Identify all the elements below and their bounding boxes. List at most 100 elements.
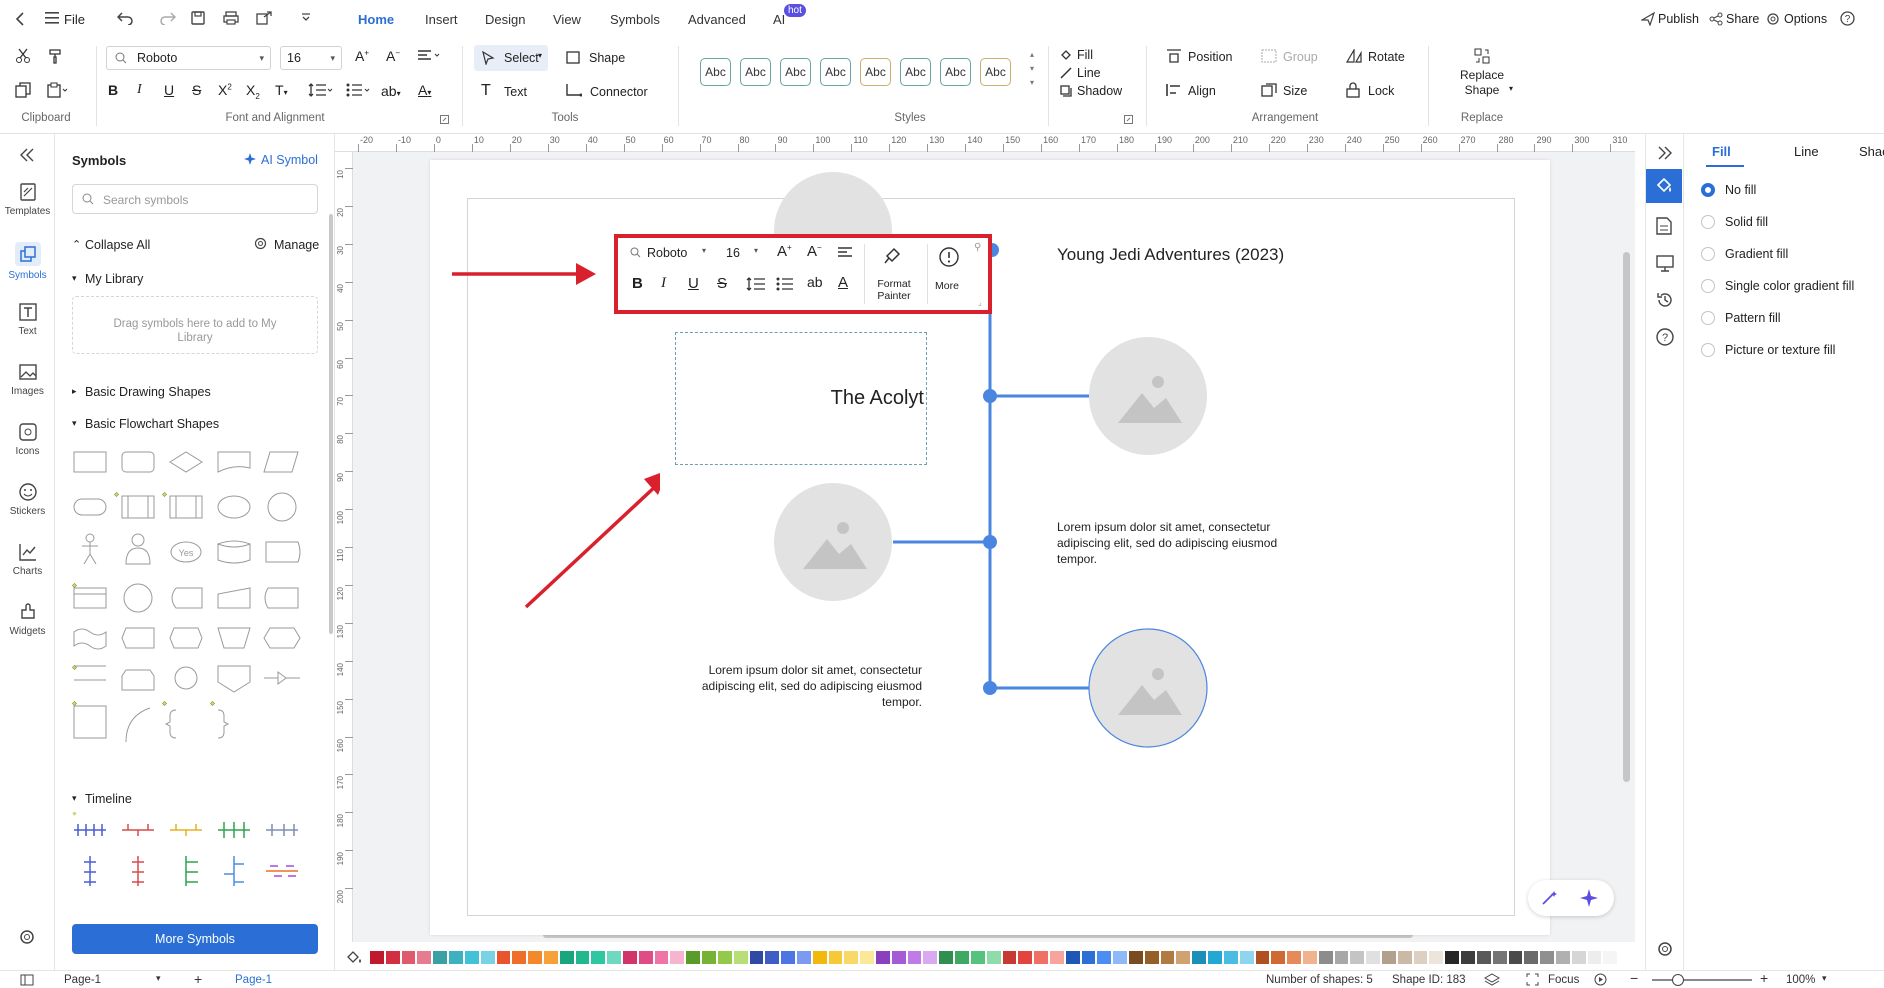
size-button[interactable]: Size xyxy=(1283,84,1307,98)
mini-font-select[interactable]: Roboto xyxy=(647,246,687,260)
style-preset-4[interactable]: Abc xyxy=(820,58,851,86)
mini-more-button[interactable]: More xyxy=(935,280,959,292)
font-color-icon[interactable]: A▾ xyxy=(418,82,431,98)
zoom-out-icon[interactable]: − xyxy=(1630,970,1638,986)
presentation-icon[interactable] xyxy=(1656,254,1674,272)
mini-strikethrough-icon[interactable]: S xyxy=(717,275,727,292)
color-swatch[interactable] xyxy=(1476,951,1491,964)
rail-templates[interactable]: Templates xyxy=(0,182,55,217)
color-swatch[interactable] xyxy=(401,951,416,964)
color-swatch[interactable] xyxy=(559,951,574,964)
fill-option-none[interactable]: No fill xyxy=(1701,183,1756,197)
export-icon[interactable] xyxy=(256,11,272,25)
fill-option-solid[interactable]: Solid fill xyxy=(1701,215,1768,229)
page-select[interactable]: Page-1 xyxy=(64,974,101,986)
style-preset-3[interactable]: Abc xyxy=(780,58,811,86)
tab-advanced[interactable]: Advanced xyxy=(688,12,746,27)
color-swatch[interactable] xyxy=(765,951,780,964)
page-properties-icon[interactable] xyxy=(1656,217,1672,235)
radio[interactable] xyxy=(1701,311,1715,325)
color-swatch[interactable] xyxy=(654,951,669,964)
tab-design[interactable]: Design xyxy=(485,12,525,27)
bold-icon[interactable]: B xyxy=(108,82,118,98)
color-swatch[interactable] xyxy=(1034,951,1048,964)
color-swatch[interactable] xyxy=(1271,951,1286,964)
color-swatch[interactable] xyxy=(370,951,384,964)
color-swatch[interactable] xyxy=(986,951,1001,964)
font-settings-expand-icon[interactable] xyxy=(440,115,449,124)
styles-scroll[interactable]: ▴ ▾ ▾ xyxy=(1030,48,1034,90)
fill-bucket-palette-icon[interactable] xyxy=(346,950,364,964)
mini-decrease-font-icon[interactable]: A− xyxy=(807,243,822,260)
format-tab-line[interactable]: Line xyxy=(1794,144,1819,159)
fill-option-pattern[interactable]: Pattern fill xyxy=(1701,311,1781,325)
color-swatch[interactable] xyxy=(1255,951,1270,964)
line-spacing-icon[interactable] xyxy=(308,83,334,97)
rail-charts[interactable]: Charts xyxy=(0,542,55,577)
shape-tool[interactable]: Shape xyxy=(589,51,625,65)
print-icon[interactable] xyxy=(223,11,239,25)
increase-font-icon[interactable]: A+ xyxy=(355,48,369,64)
mini-italic-icon[interactable]: I xyxy=(661,275,666,292)
tab-insert[interactable]: Insert xyxy=(425,12,458,27)
subscript-icon[interactable]: X2 xyxy=(246,82,260,101)
save-icon[interactable] xyxy=(191,11,205,25)
tab-symbols[interactable]: Symbols xyxy=(610,12,660,27)
tab-view[interactable]: View xyxy=(553,12,581,27)
image-placeholder-2[interactable] xyxy=(1089,337,1207,455)
color-swatch[interactable] xyxy=(449,951,463,964)
radio[interactable] xyxy=(1701,215,1715,229)
collapse-all-button[interactable]: Collapse All xyxy=(85,238,150,252)
position-button[interactable]: Position xyxy=(1188,50,1232,64)
rail-stickers[interactable]: Stickers xyxy=(0,482,55,517)
fill-button[interactable]: Fill xyxy=(1077,48,1093,62)
color-swatch[interactable] xyxy=(733,951,748,964)
color-swatch[interactable] xyxy=(1524,951,1539,964)
color-swatch[interactable] xyxy=(528,951,542,964)
color-swatch[interactable] xyxy=(1603,951,1618,964)
paste-icon[interactable] xyxy=(47,82,69,98)
color-swatch[interactable] xyxy=(1192,951,1207,964)
page-tab[interactable]: Page-1 xyxy=(235,974,272,986)
mini-font-color-icon[interactable]: A xyxy=(838,274,848,291)
color-swatch[interactable] xyxy=(749,951,764,964)
mini-underline-icon[interactable]: U xyxy=(688,275,699,292)
color-swatch[interactable] xyxy=(1129,951,1143,964)
select-tool[interactable]: Select ▾ xyxy=(474,45,548,71)
mini-format-painter-button[interactable]: Format Painter xyxy=(866,278,922,302)
color-swatch[interactable] xyxy=(1492,951,1507,964)
format-painter-icon[interactable] xyxy=(47,48,63,64)
basic-flowchart-shapes-header[interactable]: Basic Flowchart Shapes xyxy=(85,417,219,431)
timeline-header[interactable]: Timeline xyxy=(85,792,132,806)
share-button[interactable]: Share xyxy=(1726,12,1759,26)
color-swatch[interactable] xyxy=(607,951,621,964)
color-swatch[interactable] xyxy=(1429,951,1444,964)
color-swatch[interactable] xyxy=(844,951,859,964)
color-swatch[interactable] xyxy=(1571,951,1586,964)
radio-selected[interactable] xyxy=(1701,183,1715,197)
color-swatch[interactable] xyxy=(1287,951,1301,964)
color-swatch[interactable] xyxy=(1350,951,1365,964)
zoom-in-icon[interactable]: + xyxy=(1760,970,1768,986)
color-swatch[interactable] xyxy=(1176,951,1191,964)
replace-shape-button[interactable]: Replace Shape xyxy=(1452,68,1512,98)
color-swatch[interactable] xyxy=(1097,951,1112,964)
color-swatch[interactable] xyxy=(1334,951,1349,964)
selected-text-content[interactable]: The Acolyt xyxy=(831,387,924,410)
underline-icon[interactable]: U xyxy=(164,82,174,98)
text-case-icon[interactable]: ab▾ xyxy=(381,83,401,99)
color-swatch[interactable] xyxy=(1413,951,1428,964)
selected-text-box[interactable]: The Acolyt xyxy=(675,332,927,465)
color-swatch[interactable] xyxy=(1144,951,1159,964)
canvas-vertical-scrollbar[interactable] xyxy=(1623,252,1630,782)
color-swatch[interactable] xyxy=(1445,951,1460,964)
hamburger-menu-icon[interactable] xyxy=(45,12,59,24)
mini-align-icon[interactable] xyxy=(838,247,852,259)
line-button[interactable]: Line xyxy=(1077,66,1101,80)
back-icon[interactable] xyxy=(14,11,26,27)
color-swatch[interactable] xyxy=(860,951,874,964)
focus-button[interactable]: Focus xyxy=(1548,974,1579,986)
rail-text[interactable]: Text xyxy=(0,302,55,337)
lock-button[interactable]: Lock xyxy=(1368,84,1394,98)
color-swatch[interactable] xyxy=(417,951,432,964)
